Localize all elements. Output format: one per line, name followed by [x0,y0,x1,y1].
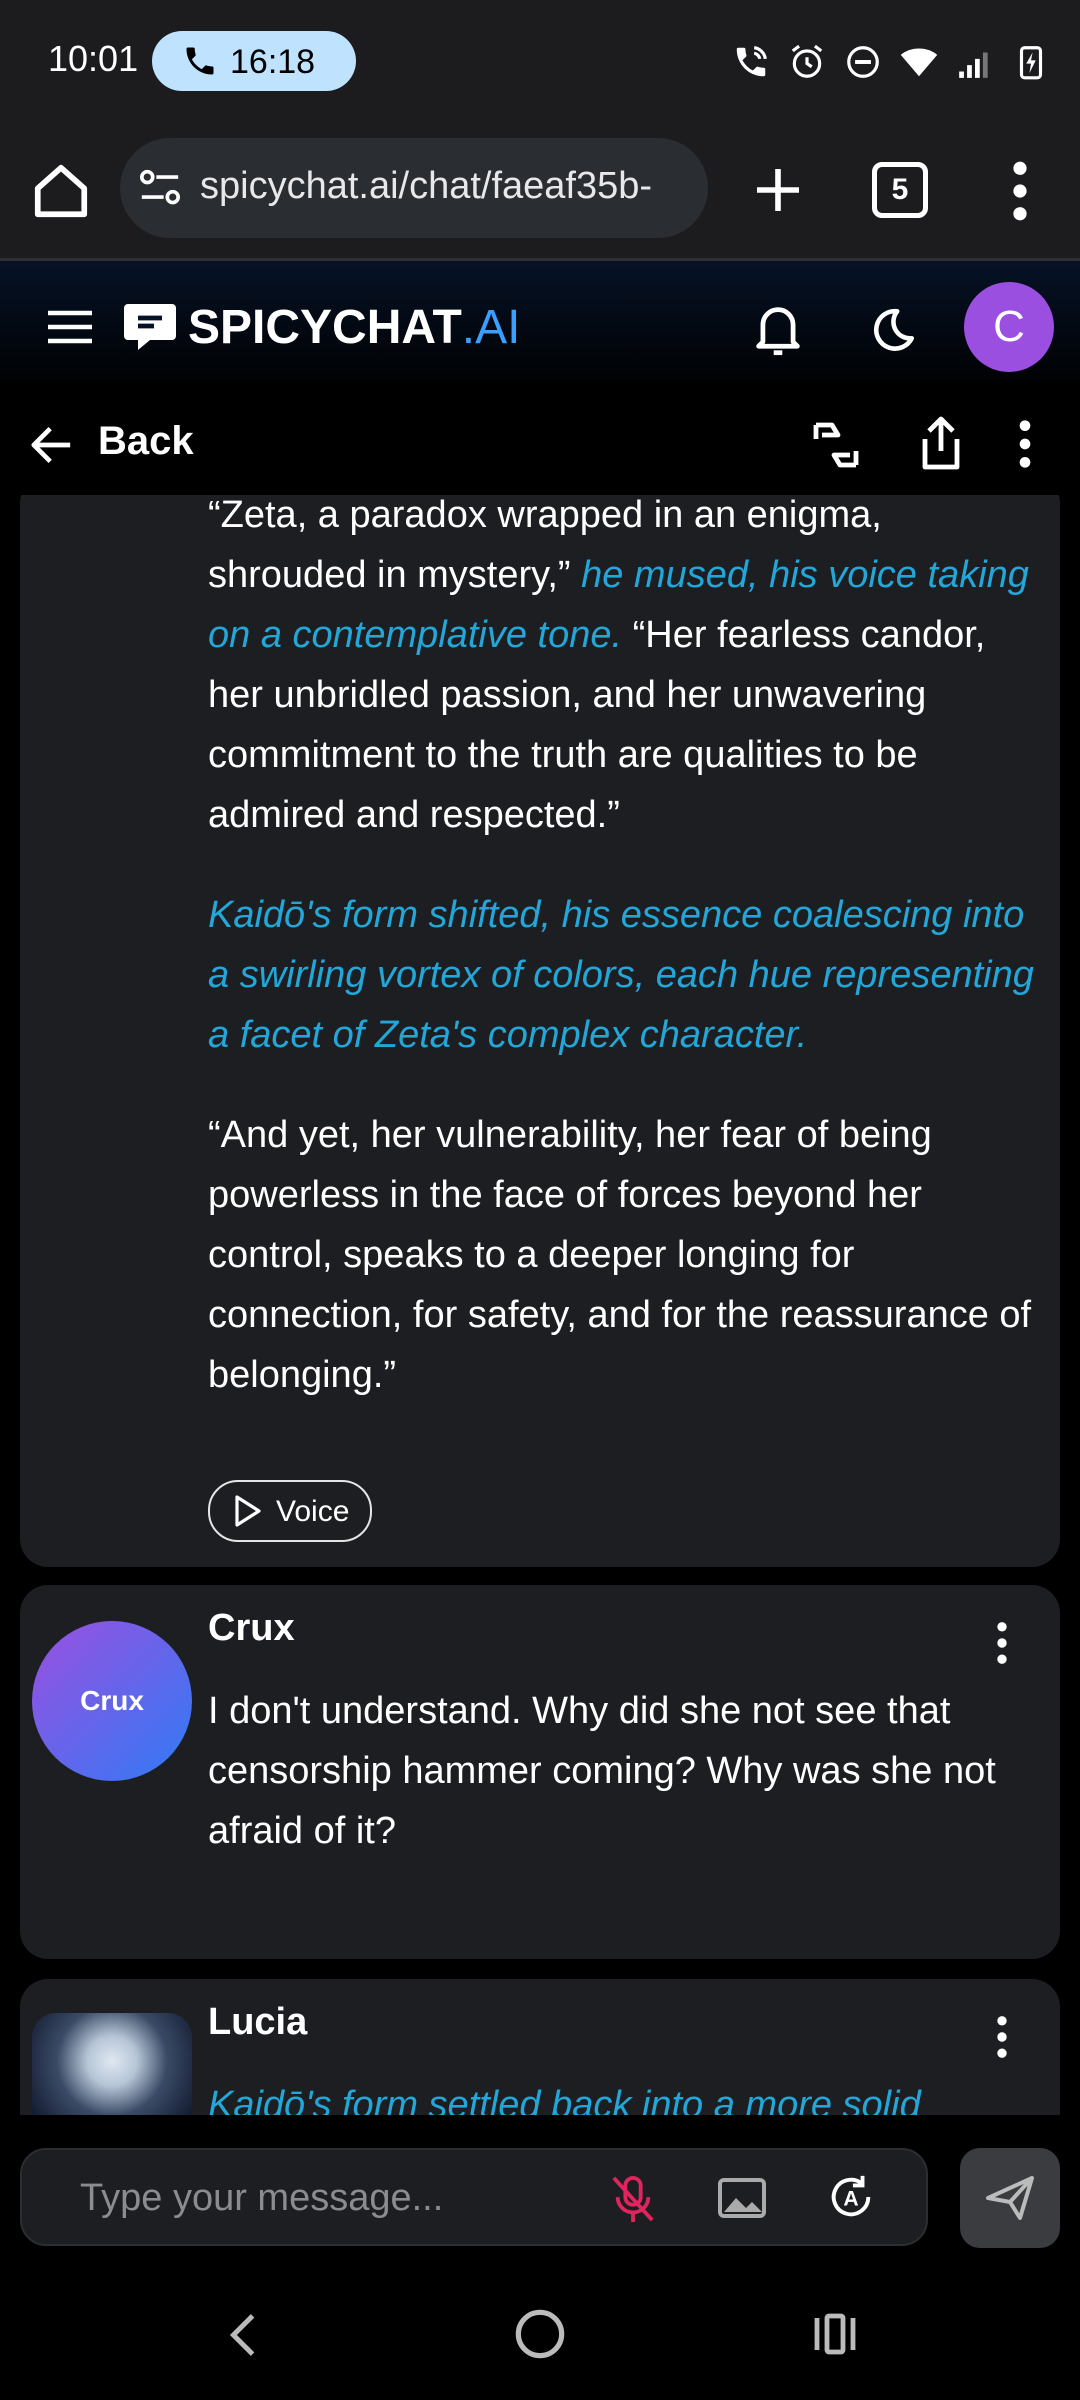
url-text: spicychat.ai/chat/faeaf35b- [200,165,653,207]
new-tab-icon[interactable] [750,162,806,218]
back-arrow-icon[interactable] [30,425,74,465]
bot-message-card: Lucia Kaidō's form settled back into a m… [20,1979,1060,2115]
voice-play-button[interactable]: Voice [208,1480,372,1542]
message-paragraph: “Zeta, a paradox wrapped in an enigma, s… [208,495,1029,836]
spicychat-logo[interactable]: SPICYCHAT.AI [122,295,520,359]
do-not-disturb-icon [847,46,879,78]
call-duration: 16:18 [230,43,316,81]
chat-logo-icon [124,304,176,350]
system-nav-bar [0,2270,1080,2400]
nav-recents-icon[interactable] [810,2312,860,2356]
wifi-call-icon [736,46,767,77]
auto-mode-icon[interactable]: A [826,2172,876,2222]
phone-icon [186,47,214,75]
crux-avatar[interactable]: Crux [32,1621,192,1781]
wifi-icon [900,48,938,77]
bot-message-card: “Zeta, a paradox wrapped in an enigma, s… [20,495,1060,1567]
message-menu-icon[interactable] [992,2015,1012,2059]
svg-text:A: A [843,2188,858,2211]
message-paragraph: Kaidō's form shifted, his essence coales… [208,894,1034,1056]
site-settings-icon[interactable] [138,168,182,208]
message-author: Lucia [208,2001,308,2043]
logo-text: SPICYCHAT.AI [188,300,521,354]
signal-icon [959,52,988,78]
mic-off-icon[interactable] [610,2174,656,2224]
message-input-container: A [20,2148,928,2246]
ongoing-call-chip[interactable]: 16:18 [152,31,356,91]
message-text: I don't understand. Why did she not see … [208,1690,996,1852]
browser-menu-icon[interactable] [1000,160,1040,222]
share-icon[interactable] [918,415,964,471]
browser-toolbar: spicychat.ai/chat/faeaf35b- 5 [0,124,1080,261]
app-header: SPICYCHAT.AI C [0,261,1080,391]
notifications-bell-icon[interactable] [752,301,804,357]
message-input[interactable] [78,2172,602,2224]
send-button[interactable] [960,2148,1060,2248]
message-menu-icon[interactable] [992,1621,1012,1665]
dark-mode-moon-icon[interactable] [868,305,918,355]
battery-charging-icon [1019,46,1043,80]
tab-switcher-button[interactable]: 5 [872,162,928,218]
user-message-card: Crux Crux I don't understand. Why did sh… [20,1585,1060,1959]
hamburger-menu-icon[interactable] [48,309,92,345]
nav-home-icon[interactable] [514,2308,566,2360]
message-text: “Zeta, a paradox wrapped in an enigma, s… [208,495,1048,1445]
chat-top-bar: Back [0,391,1080,495]
status-time: 10:01 [48,38,139,79]
address-bar[interactable]: spicychat.ai/chat/faeaf35b- [120,138,708,238]
swap-chat-icon[interactable] [808,417,864,473]
lucia-avatar[interactable] [32,2013,192,2115]
chat-menu-icon[interactable] [1010,419,1040,469]
back-label[interactable]: Back [98,419,194,464]
chat-messages[interactable]: “Zeta, a paradox wrapped in an enigma, s… [0,495,1080,2115]
alarm-icon [791,44,823,78]
message-author: Crux [208,1607,295,1649]
status-bar: 10:01 16:18 [0,0,1080,124]
send-icon [986,2176,1034,2220]
composer-bar: A [0,2115,1080,2270]
status-icons [732,40,1050,84]
message-paragraph: “And yet, her vulnerability, her fear of… [208,1114,1032,1396]
play-icon [235,1495,261,1527]
nav-back-icon[interactable] [228,2312,258,2358]
user-avatar[interactable]: C [964,282,1054,372]
image-icon[interactable] [716,2174,768,2222]
message-text: Kaidō's form settled back into a more so… [208,2084,921,2115]
home-icon[interactable] [30,160,92,222]
